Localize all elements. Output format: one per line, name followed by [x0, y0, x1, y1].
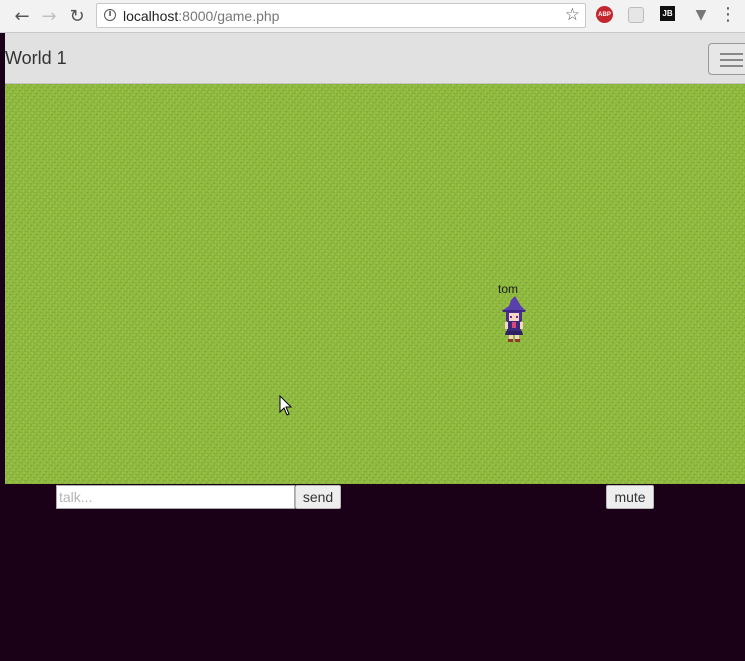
- game-canvas[interactable]: tom: [5, 84, 745, 484]
- player-sprite[interactable]: [499, 294, 529, 344]
- jetbrains-label: JB: [662, 9, 673, 18]
- bookmark-star-icon[interactable]: ☆: [565, 5, 580, 25]
- extension-icon[interactable]: [627, 6, 645, 24]
- browser-toolbar: ← → ↻ i localhost:8000/game.php ☆ ABP JB…: [0, 0, 745, 33]
- vue-devtools-icon[interactable]: ▼: [692, 6, 710, 24]
- forward-icon[interactable]: →: [37, 4, 61, 28]
- mouse-cursor-icon: [279, 395, 293, 416]
- mute-button[interactable]: mute: [606, 485, 654, 509]
- adblock-label: ABP: [598, 11, 611, 18]
- adblock-icon[interactable]: ABP: [596, 6, 613, 23]
- browser-menu-icon[interactable]: ⋮: [719, 4, 737, 26]
- app-header: World 1: [5, 33, 745, 84]
- info-icon[interactable]: i: [104, 9, 116, 21]
- reload-icon[interactable]: ↻: [65, 4, 89, 28]
- hamburger-menu-button[interactable]: [708, 43, 745, 75]
- address-bar[interactable]: i localhost:8000/game.php ☆: [96, 3, 586, 28]
- talk-input[interactable]: [56, 485, 295, 509]
- url-host: localhost: [123, 8, 179, 24]
- send-button[interactable]: send: [295, 485, 341, 509]
- url-text: localhost:8000/game.php: [123, 8, 279, 24]
- jetbrains-extension-icon[interactable]: JB: [660, 6, 675, 21]
- url-path: :8000/game.php: [178, 8, 280, 24]
- back-icon[interactable]: ←: [10, 4, 34, 28]
- page-title: World 1: [5, 48, 67, 68]
